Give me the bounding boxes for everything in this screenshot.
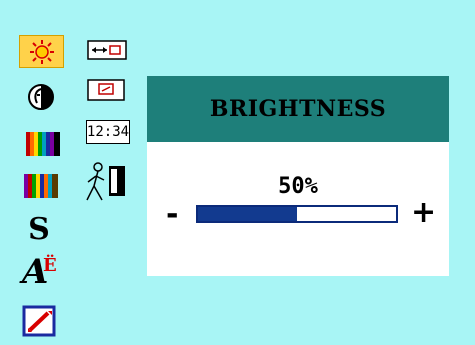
language-icon[interactable]: A Ë [16, 252, 66, 294]
decrease-button[interactable]: - [166, 200, 178, 230]
reset-icon[interactable] [20, 303, 60, 339]
contrast-icon[interactable] [22, 79, 60, 115]
osd-screen: — — — [0, 0, 475, 345]
image-position-icon[interactable] [86, 78, 126, 102]
horizontal-position-icon[interactable] [86, 39, 128, 61]
brightness-slider-fill [198, 207, 297, 221]
panel-title: BRIGHTNESS [147, 76, 449, 142]
color-bars-icon-1[interactable] [24, 130, 62, 158]
brightness-sun-icon[interactable] [19, 35, 64, 68]
increase-button[interactable]: + [411, 198, 436, 228]
brightness-panel: BRIGHTNESS 50% [147, 76, 449, 276]
clock-label: 12:34 [86, 124, 130, 140]
top-strip-clipped: — — — [0, 0, 475, 8]
sharpness-s-label: S [28, 211, 50, 247]
brightness-slider[interactable] [196, 205, 398, 223]
color-bars-icon-2[interactable] [22, 172, 60, 200]
clock-icon[interactable]: 12:34 [86, 120, 130, 144]
sharpness-s-icon[interactable]: S [22, 211, 56, 247]
language-e-label: Ë [43, 255, 57, 276]
exit-icon[interactable] [84, 160, 130, 204]
brightness-value: 50% [278, 174, 318, 199]
